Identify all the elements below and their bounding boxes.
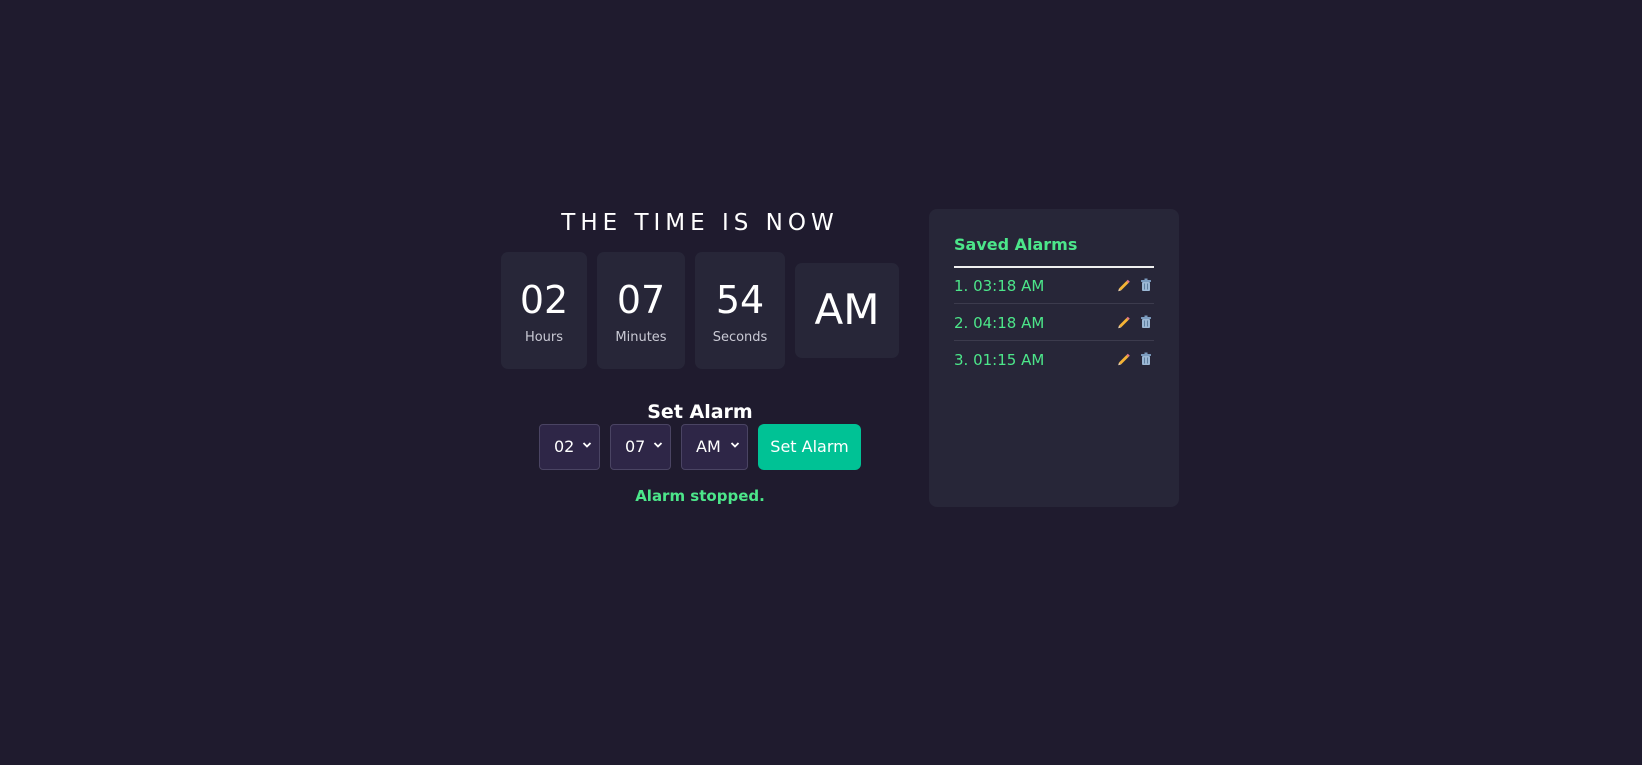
- list-divider: [954, 303, 1154, 304]
- hour-select[interactable]: 02: [539, 424, 600, 470]
- pencil-icon[interactable]: [1116, 277, 1132, 293]
- clock-title: THE TIME IS NOW: [561, 210, 839, 236]
- saved-alarms-panel: Saved Alarms 1. 03:18 AM 2. 04:18 AM 3. …: [929, 209, 1179, 507]
- trash-icon[interactable]: [1138, 277, 1154, 293]
- pencil-icon[interactable]: [1116, 314, 1132, 330]
- set-alarm-button[interactable]: Set Alarm: [758, 424, 861, 470]
- alarm-item-label: 1. 03:18 AM: [954, 277, 1045, 295]
- trash-icon[interactable]: [1138, 314, 1154, 330]
- list-item: 1. 03:18 AM: [954, 268, 1154, 304]
- trash-icon[interactable]: [1138, 351, 1154, 367]
- list-item: 2. 04:18 AM: [954, 305, 1154, 341]
- minute-select-value: 07: [625, 437, 646, 456]
- minutes-tile: 07 Minutes: [597, 252, 685, 369]
- pencil-icon[interactable]: [1116, 351, 1132, 367]
- hours-tile: 02 Hours: [501, 252, 587, 369]
- hour-select-value: 02: [554, 437, 575, 456]
- seconds-tile: 54 Seconds: [695, 252, 785, 369]
- hours-value: 02: [519, 278, 569, 322]
- alarm-item-label: 3. 01:15 AM: [954, 351, 1045, 369]
- chevron-down-icon: [730, 442, 740, 448]
- saved-alarms-title: Saved Alarms: [954, 235, 1078, 254]
- period-select-value: AM: [696, 437, 721, 456]
- period-value: AM: [814, 285, 880, 334]
- chevron-down-icon: [582, 442, 592, 448]
- seconds-label: Seconds: [712, 330, 768, 345]
- minutes-value: 07: [616, 278, 666, 322]
- set-alarm-heading: Set Alarm: [647, 401, 753, 423]
- minutes-label: Minutes: [615, 330, 667, 345]
- chevron-down-icon: [653, 442, 663, 448]
- list-item: 3. 01:15 AM: [954, 342, 1154, 378]
- list-divider: [954, 340, 1154, 341]
- alarm-item-label: 2. 04:18 AM: [954, 314, 1045, 332]
- hours-label: Hours: [524, 330, 564, 345]
- minute-select[interactable]: 07: [610, 424, 671, 470]
- alarm-status-text: Alarm stopped.: [635, 487, 765, 505]
- period-tile: AM: [795, 263, 899, 358]
- seconds-value: 54: [715, 278, 765, 322]
- period-select[interactable]: AM: [681, 424, 748, 470]
